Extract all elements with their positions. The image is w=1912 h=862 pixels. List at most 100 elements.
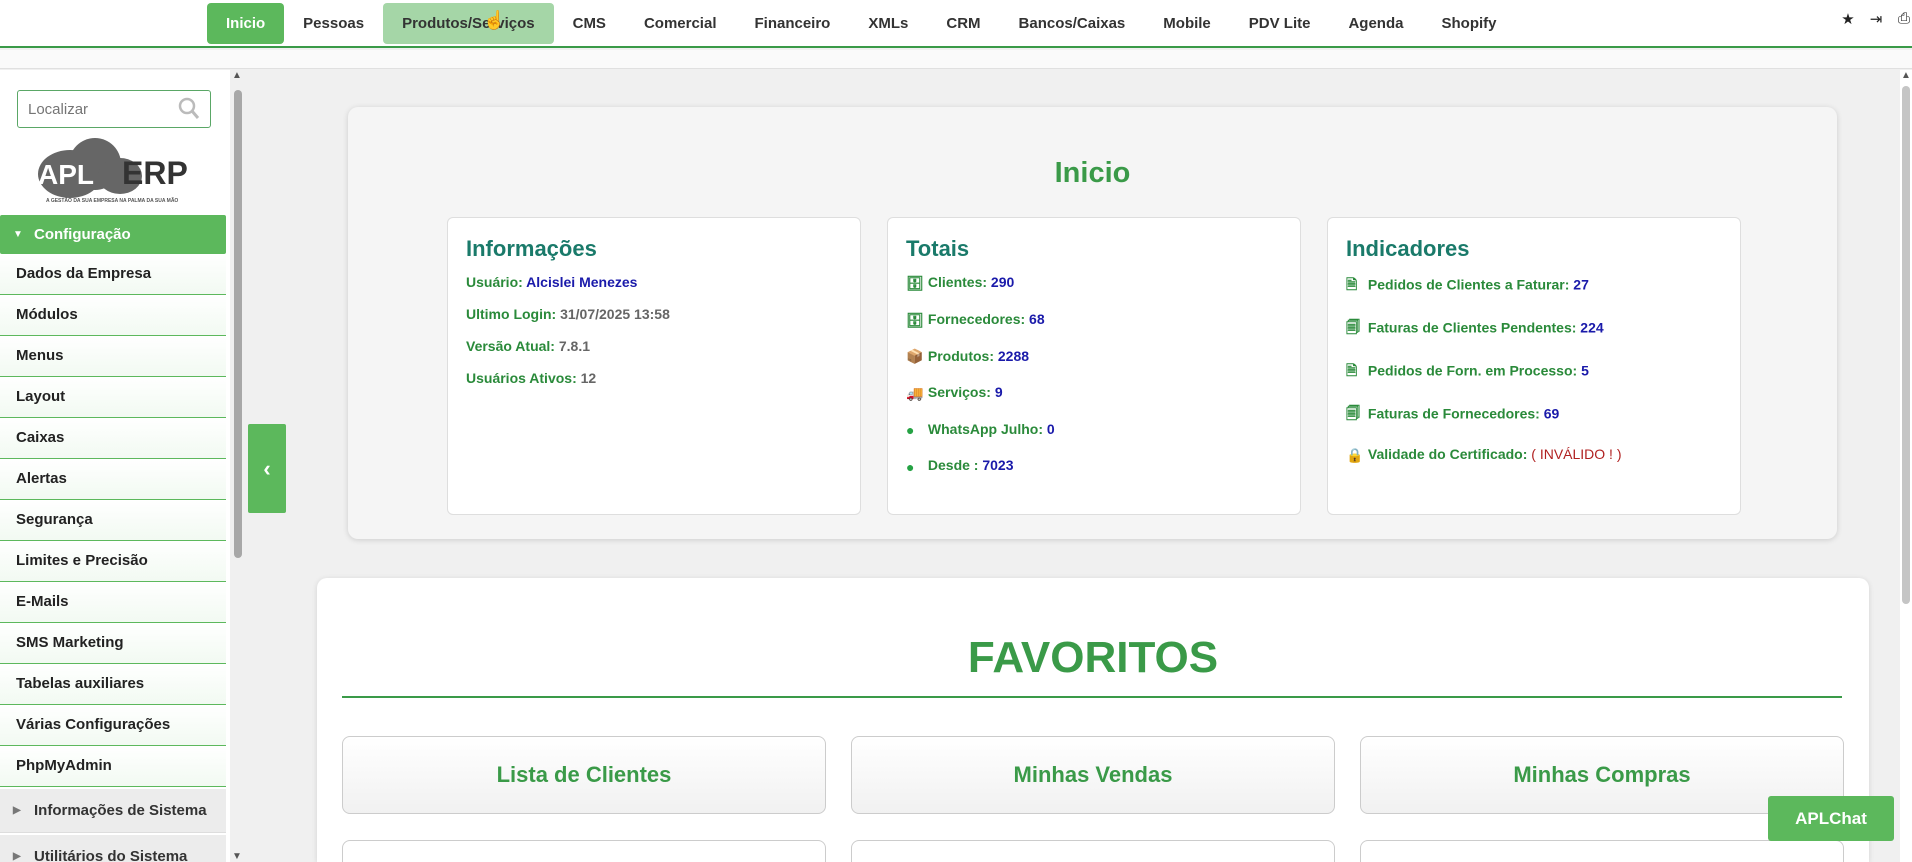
sidebar-item-dados-empresa[interactable]: Dados da Empresa <box>0 254 226 295</box>
svg-text:ERP: ERP <box>122 155 188 191</box>
nav-pdv-lite[interactable]: PDV Lite <box>1230 3 1330 44</box>
search-input[interactable] <box>18 91 168 127</box>
indicador-validade-certificado[interactable]: 🔒 Validade do Certificado: ( INVÁLIDO ! … <box>1346 446 1722 464</box>
nav-comercial[interactable]: Comercial <box>625 3 736 44</box>
whatsapp-icon: ● <box>906 422 915 439</box>
nav-pessoas[interactable]: Pessoas <box>284 3 383 44</box>
sidebar-item-layout[interactable]: Layout <box>0 377 226 418</box>
totais-clientes[interactable]: 🗄 Clientes: 290 <box>906 274 1282 292</box>
scrollbar-thumb[interactable] <box>234 90 242 558</box>
nav-bancos-caixas[interactable]: Bancos/Caixas <box>1000 3 1145 44</box>
mouse-cursor-icon: ☝ <box>483 10 506 30</box>
svg-text:A GESTÃO DA SUA EMPRESA NA PAL: A GESTÃO DA SUA EMPRESA NA PALMA DA SUA … <box>46 197 178 204</box>
print-icon[interactable]: ⎙ <box>1896 10 1912 28</box>
top-tools: ★ ⇥ ⎙ <box>1840 10 1912 28</box>
sub-bar <box>0 50 1912 69</box>
indicador-faturas-fornecedores[interactable]: 🗐 Faturas de Fornecedores: 69 <box>1346 403 1722 427</box>
page-scrollbar[interactable]: ▲ <box>1900 70 1912 862</box>
card-heading: Totais <box>906 236 970 261</box>
favorite-button[interactable] <box>342 840 826 862</box>
document-icon: 🗎 <box>1346 362 1358 378</box>
lock-icon: 🔒 <box>1346 446 1364 463</box>
totais-whatsapp-julho[interactable]: ● WhatsApp Julho: 0 <box>906 421 1282 438</box>
nav-inicio[interactable]: Inicio <box>207 3 285 44</box>
scroll-down-icon[interactable]: ▼ <box>232 851 242 862</box>
nav-produtos-servicos[interactable]: Produtos/Serviços <box>383 3 554 44</box>
chevron-left-icon: ‹ <box>263 456 271 481</box>
search-icon[interactable] <box>178 97 200 121</box>
sidebar-item-limites-precisao[interactable]: Limites e Precisão <box>0 541 226 582</box>
sidebar: APL ERP A GESTÃO DA SUA EMPRESA NA PALMA… <box>0 70 230 862</box>
sidebar-item-menus[interactable]: Menus <box>0 336 226 377</box>
document-icon: 🗎 <box>1346 276 1358 292</box>
favorite-lista-clientes-button[interactable]: Lista de Clientes <box>342 736 826 814</box>
indicadores-card: Indicadores 🗎 Pedidos de Clientes a Fatu… <box>1327 217 1741 515</box>
sidebar-section-configuracao[interactable]: ▼ Configuração <box>0 215 226 254</box>
sidebar-section-utilitarios-sistema[interactable]: ▶ Utilitários do Sistema <box>0 835 226 862</box>
nav-mobile[interactable]: Mobile <box>1144 3 1230 44</box>
favorite-button[interactable] <box>851 840 1335 862</box>
sidebar-item-sms-marketing[interactable]: SMS Marketing <box>0 623 226 664</box>
svg-text:APL: APL <box>38 159 94 190</box>
sidebar-section-informacoes-sistema[interactable]: ▶ Informações de Sistema <box>0 789 226 833</box>
logout-icon[interactable]: ⇥ <box>1868 10 1884 28</box>
aplchat-button[interactable]: APLChat <box>1768 796 1894 841</box>
scroll-up-icon[interactable]: ▲ <box>1901 70 1911 81</box>
sidebar-item-tabelas-auxiliares[interactable]: Tabelas auxiliares <box>0 664 226 705</box>
indicador-pedidos-fornecedores[interactable]: 🗎 Pedidos de Forn. em Processo: 5 <box>1346 360 1722 384</box>
caret-right-icon: ▶ <box>13 851 21 862</box>
nav-shopify[interactable]: Shopify <box>1422 3 1515 44</box>
indicador-pedidos-clientes[interactable]: 🗎 Pedidos de Clientes a Faturar: 27 <box>1346 274 1722 298</box>
sidebar-menu: ▼ Configuração Dados da Empresa Módulos … <box>0 215 226 862</box>
info-versao: Versão Atual: 7.8.1 <box>466 338 590 354</box>
favoritos-title: FAVORITOS <box>967 633 1219 682</box>
sidebar-item-phpmyadmin[interactable]: PhpMyAdmin <box>0 746 226 787</box>
star-icon[interactable]: ★ <box>1840 10 1856 28</box>
totais-card: Totais 🗄 Clientes: 290 🗄 Fornecedores: 6… <box>887 217 1301 515</box>
favorite-button[interactable] <box>1360 840 1844 862</box>
totais-whatsapp-desde[interactable]: ● Desde : 7023 <box>906 457 1282 474</box>
totais-produtos[interactable]: 📦 Produtos: 2288 <box>906 348 1282 366</box>
truck-icon: 🚚 <box>906 385 924 402</box>
box-icon: 📦 <box>906 348 924 365</box>
favorite-minhas-vendas-button[interactable]: Minhas Vendas <box>851 736 1335 814</box>
nav-crm[interactable]: CRM <box>927 3 999 44</box>
nav-cms[interactable]: CMS <box>554 3 625 44</box>
top-navigation-bar: Inicio Pessoas Produtos/Serviços CMS Com… <box>0 0 1912 48</box>
whatsapp-icon: ● <box>906 458 915 475</box>
main-menu: Inicio Pessoas Produtos/Serviços CMS Com… <box>207 3 1515 44</box>
invoice-icon: 🗐 <box>1346 319 1360 335</box>
nav-financeiro[interactable]: Financeiro <box>736 3 850 44</box>
nav-xmls[interactable]: XMLs <box>849 3 927 44</box>
database-icon: 🗄 <box>906 311 924 328</box>
inicio-panel: Inicio Informações Usuário: Alcislei Men… <box>348 107 1837 539</box>
sidebar-item-varias-configuracoes[interactable]: Várias Configurações <box>0 705 226 746</box>
page-title: Inicio <box>1054 157 1131 189</box>
company-logo: APL ERP A GESTÃO DA SUA EMPRESA NA PALMA… <box>30 134 200 206</box>
indicador-faturas-clientes[interactable]: 🗐 Faturas de Clientes Pendentes: 224 <box>1346 317 1722 341</box>
sidebar-scrollbar[interactable]: ▲ ▼ <box>232 70 244 862</box>
caret-down-icon: ▼ <box>13 229 23 240</box>
info-usuario: Usuário: Alcislei Menezes <box>466 274 638 290</box>
sidebar-item-seguranca[interactable]: Segurança <box>0 500 226 541</box>
card-heading: Informações <box>466 236 597 261</box>
totais-servicos[interactable]: 🚚 Serviços: 9 <box>906 384 1282 402</box>
favoritos-panel: FAVORITOS Lista de Clientes Minhas Venda… <box>317 578 1869 862</box>
sidebar-item-caixas[interactable]: Caixas <box>0 418 226 459</box>
info-ultimo-login: Ultimo Login: 31/07/2025 13:58 <box>466 306 670 322</box>
info-usuarios-ativos: Usuários Ativos: 12 <box>466 370 597 386</box>
nav-agenda[interactable]: Agenda <box>1329 3 1422 44</box>
search-box <box>17 90 211 128</box>
sidebar-item-modulos[interactable]: Módulos <box>0 295 226 336</box>
database-icon: 🗄 <box>906 274 924 291</box>
collapse-sidebar-button[interactable]: ‹ <box>248 424 286 513</box>
invoice-icon: 🗐 <box>1346 405 1360 421</box>
totais-fornecedores[interactable]: 🗄 Fornecedores: 68 <box>906 311 1282 329</box>
scrollbar-thumb[interactable] <box>1902 86 1910 604</box>
sidebar-item-alertas[interactable]: Alertas <box>0 459 226 500</box>
scroll-up-icon[interactable]: ▲ <box>232 70 242 81</box>
card-heading: Indicadores <box>1346 236 1470 261</box>
divider <box>342 696 1842 698</box>
sidebar-item-emails[interactable]: E-Mails <box>0 582 226 623</box>
informacoes-card: Informações Usuário: Alcislei Menezes Ul… <box>447 217 861 515</box>
